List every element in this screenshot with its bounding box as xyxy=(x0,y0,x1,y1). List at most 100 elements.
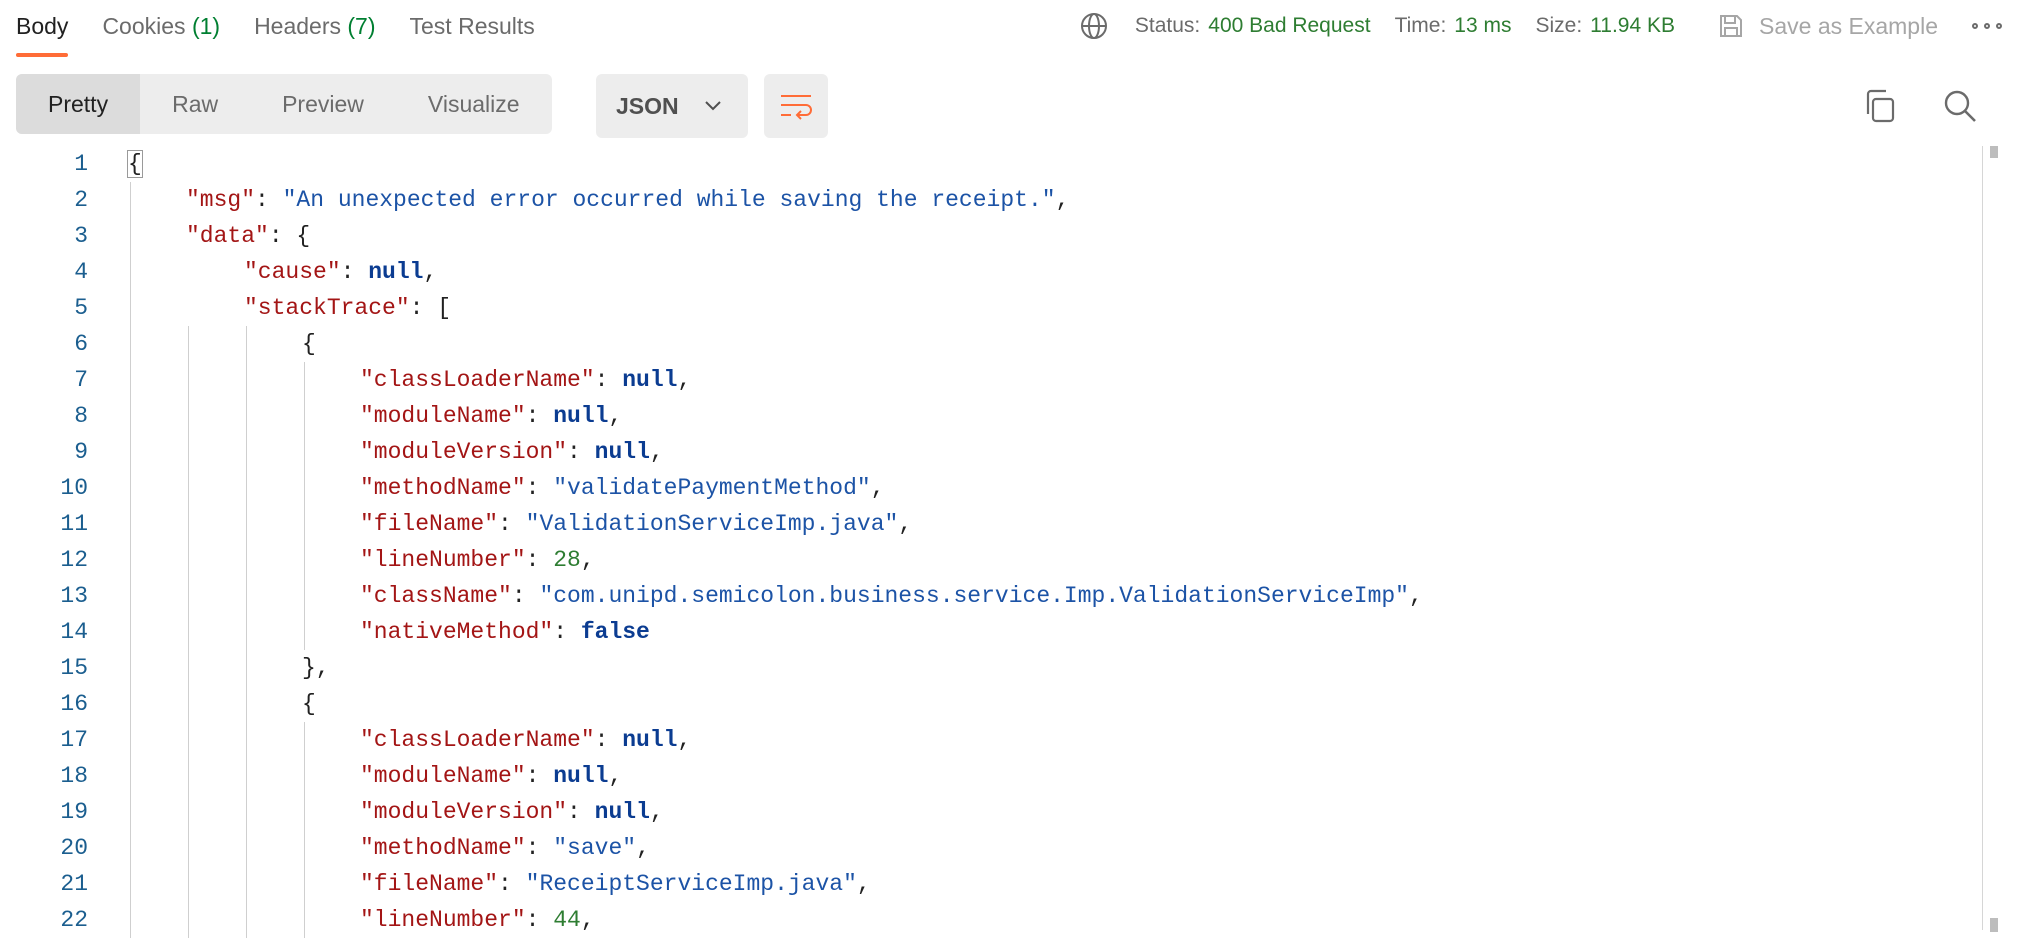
json-token: : xyxy=(255,187,283,213)
json-token: , xyxy=(677,367,692,393)
status-value[interactable]: 400 Bad Request xyxy=(1208,14,1370,38)
json-token: null xyxy=(594,439,650,465)
line-number: 4 xyxy=(74,259,88,285)
json-token: "fileName" xyxy=(360,871,499,897)
line-number: 19 xyxy=(60,799,88,825)
json-token: : xyxy=(340,259,369,285)
more-options-icon[interactable] xyxy=(1972,23,2002,29)
view-mode-selector: Pretty Raw Preview Visualize xyxy=(16,74,552,134)
scrollbar-thumb-bottom[interactable] xyxy=(1990,918,1998,932)
save-as-example-label: Save as Example xyxy=(1759,12,1938,39)
tab-headers-count: (7) xyxy=(347,13,376,39)
json-token: 44 xyxy=(553,907,581,933)
view-mode-preview[interactable]: Preview xyxy=(250,74,396,134)
line-number: 5 xyxy=(74,295,88,321)
view-mode-raw[interactable]: Raw xyxy=(140,74,250,134)
indent-guide xyxy=(130,182,131,938)
code-line: "className": "com.unipd.semicolon.busine… xyxy=(360,578,1423,614)
copy-icon[interactable] xyxy=(1862,88,1898,124)
json-token: "lineNumber" xyxy=(360,547,526,573)
view-mode-visualize[interactable]: Visualize xyxy=(396,74,552,134)
json-token: , xyxy=(580,907,595,933)
json-token: : xyxy=(594,367,623,393)
json-token: false xyxy=(580,619,650,645)
tab-headers-label: Headers xyxy=(254,13,341,39)
tab-headers[interactable]: Headers (7) xyxy=(254,0,375,58)
json-token: { xyxy=(302,691,316,717)
json-token: , xyxy=(636,835,650,861)
save-icon xyxy=(1720,15,1743,37)
code-line: "nativeMethod": false xyxy=(360,614,650,650)
tab-test-results[interactable]: Test Results xyxy=(410,0,535,58)
json-token: : xyxy=(525,835,554,861)
json-token: null xyxy=(368,259,424,285)
json-token: : xyxy=(498,871,526,897)
response-body-editor[interactable]: 1 {2 "msg": "An unexpected error occurred … xyxy=(0,146,1980,940)
indent-guide xyxy=(246,326,247,938)
line-number: 7 xyxy=(74,367,88,393)
json-token: , xyxy=(870,475,885,501)
json-token: "ValidationServiceImp.java" xyxy=(525,511,899,537)
code-line: { xyxy=(127,146,143,182)
json-token: , xyxy=(649,799,664,825)
status-label: Status: xyxy=(1134,14,1201,37)
tab-body[interactable]: Body xyxy=(16,0,69,58)
line-number: 14 xyxy=(60,619,88,645)
format-dropdown[interactable]: JSON xyxy=(596,74,748,138)
code-line: { xyxy=(302,686,316,722)
code-line: "cause": null, xyxy=(244,254,437,290)
json-token: null xyxy=(553,763,609,789)
json-token: : xyxy=(553,619,581,645)
json-token: null xyxy=(594,799,650,825)
json-token: "An unexpected error occurred while savi… xyxy=(282,187,1056,213)
line-number: 11 xyxy=(60,511,88,537)
code-line: "methodName": "validatePaymentMethod", xyxy=(360,470,885,506)
code-line: "msg": "An unexpected error occurred whi… xyxy=(186,182,1069,218)
json-token: "com.unipd.semicolon.business.service.Im… xyxy=(539,583,1409,609)
time-label: Time: xyxy=(1394,14,1447,37)
code-line: }, xyxy=(302,650,330,686)
indent-guide xyxy=(188,326,189,938)
view-mode-pretty[interactable]: Pretty xyxy=(16,74,141,134)
json-token: 28 xyxy=(553,547,581,573)
editor-scrollbar[interactable] xyxy=(1982,146,1983,930)
code-line: "moduleVersion": null, xyxy=(360,434,664,470)
json-token: : xyxy=(525,907,554,933)
line-number: 6 xyxy=(74,331,88,357)
json-token: "className" xyxy=(360,583,512,609)
wrap-lines-button[interactable] xyxy=(764,74,828,138)
json-token: { xyxy=(302,331,316,357)
scrollbar-thumb-top[interactable] xyxy=(1990,146,1998,158)
json-token: "ReceiptServiceImp.java" xyxy=(525,871,857,897)
line-number: 3 xyxy=(74,223,88,249)
line-number: 15 xyxy=(60,655,88,681)
json-token: : xyxy=(567,439,595,465)
wrap-lines-icon xyxy=(781,95,812,120)
code-line: "methodName": "save", xyxy=(360,830,650,866)
time-value[interactable]: 13 ms xyxy=(1454,14,1511,38)
json-token: : xyxy=(567,799,595,825)
json-token: "methodName" xyxy=(360,475,526,501)
json-token: "classLoaderName" xyxy=(360,727,595,753)
code-line: "fileName": "ValidationServiceImp.java", xyxy=(360,506,912,542)
save-as-example-button[interactable]: Save as Example xyxy=(1717,12,1938,40)
json-token: "save" xyxy=(553,835,637,861)
json-token: "msg" xyxy=(186,187,256,213)
json-token: , xyxy=(856,871,871,897)
code-line: "stackTrace": [ xyxy=(244,290,451,326)
size-value[interactable]: 11.94 KB xyxy=(1590,14,1675,38)
globe-icon[interactable] xyxy=(1079,11,1109,41)
json-token: "cause" xyxy=(244,259,341,285)
line-number: 9 xyxy=(74,439,88,465)
code-line: "moduleVersion": null, xyxy=(360,794,664,830)
json-token: null xyxy=(622,727,678,753)
code-line: "classLoaderName": null, xyxy=(360,722,691,758)
code-line: "fileName": "ReceiptServiceImp.java", xyxy=(360,866,871,902)
tab-cookies[interactable]: Cookies (1) xyxy=(102,0,220,58)
tab-cookies-count: (1) xyxy=(191,13,221,39)
search-icon[interactable] xyxy=(1942,88,1978,124)
json-token: "lineNumber" xyxy=(360,907,526,933)
json-token: : xyxy=(525,547,554,573)
json-token: , xyxy=(580,547,595,573)
json-token: null xyxy=(553,403,609,429)
